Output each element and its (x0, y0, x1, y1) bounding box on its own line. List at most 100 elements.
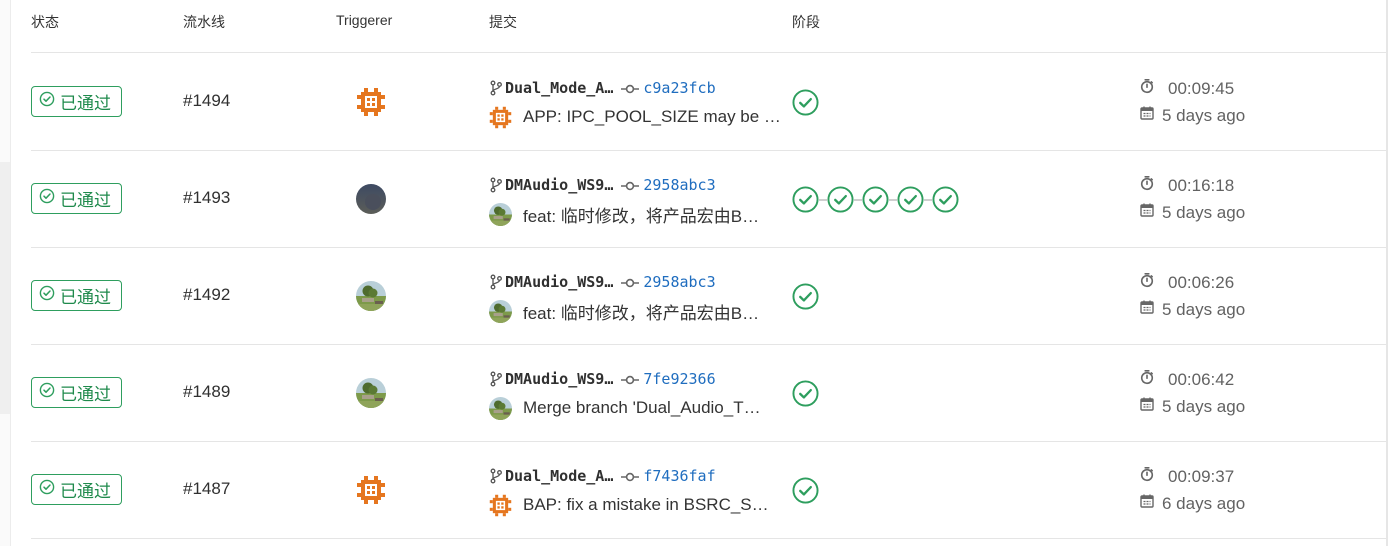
stage-passed-icon[interactable] (792, 186, 819, 213)
triggerer-avatar[interactable] (356, 378, 386, 408)
commit-message-link[interactable]: feat: 临时修改，将产品宏由B… (523, 299, 759, 324)
status-label: 已通过 (60, 191, 111, 210)
commit-message-link[interactable]: APP: IPC_POOL_SIZE may be … (523, 107, 781, 127)
stage-passed-icon[interactable] (792, 380, 819, 407)
header-commit: 提交 (489, 14, 517, 30)
status-label: 已通过 (60, 482, 111, 501)
commit-icon (621, 82, 640, 94)
commit-icon (621, 276, 640, 288)
branch-icon (489, 177, 503, 193)
pipeline-id-link[interactable]: #1493 (183, 188, 230, 208)
commit-info: APP: IPC_POOL_SIZE may be … (489, 105, 781, 129)
calendar-icon (1139, 202, 1162, 223)
author-avatar[interactable] (489, 106, 512, 129)
branch-link[interactable]: DMAudio_WS9… (505, 176, 613, 194)
commit-sha-link[interactable]: 2958abc3 (643, 273, 715, 291)
commit-ref: DMAudio_WS9… 7fe92366 (489, 368, 716, 390)
stage-passed-icon[interactable] (897, 186, 924, 213)
header-status: 状态 (31, 14, 59, 30)
finished-time: 5 days ago (1139, 299, 1245, 320)
author-avatar[interactable] (489, 299, 512, 323)
timer-icon (1139, 78, 1162, 99)
commit-icon (621, 179, 640, 191)
table-header: 状态 流水线 Triggerer 提交 阶段 (31, 0, 1386, 53)
stage-passed-icon[interactable] (792, 89, 819, 116)
duration: 00:16:18 (1139, 175, 1234, 196)
triggerer-avatar[interactable] (356, 184, 386, 214)
commit-ref: DMAudio_WS9… 2958abc3 (489, 271, 716, 293)
status-badge[interactable]: 已通过 (31, 377, 122, 408)
duration-value: 00:16:18 (1168, 175, 1235, 195)
status-badge[interactable]: 已通过 (31, 474, 122, 505)
timer-icon (1139, 466, 1162, 487)
pipeline-id-link[interactable]: #1489 (183, 382, 230, 402)
commit-sha-link[interactable]: 7fe92366 (643, 370, 715, 388)
stage-passed-icon[interactable] (827, 186, 854, 213)
stage-passed-icon[interactable] (932, 186, 959, 213)
commit-message-link[interactable]: Merge branch 'Dual_Audio_T… (523, 398, 761, 418)
pipeline-stages (792, 186, 959, 213)
status-badge[interactable]: 已通过 (31, 86, 122, 117)
commit-sha-link[interactable]: f7436faf (643, 467, 715, 485)
branch-icon (489, 80, 503, 96)
pipeline-id-link[interactable]: #1492 (183, 285, 230, 305)
pipeline-id-link[interactable]: #1487 (183, 479, 230, 499)
finished-value: 6 days ago (1162, 493, 1246, 513)
commit-message-link[interactable]: feat: 临时修改，将产品宏由B… (523, 202, 759, 227)
triggerer-avatar[interactable] (356, 475, 386, 505)
calendar-icon (1139, 299, 1162, 320)
stage-connector (854, 198, 862, 201)
pipeline-row: 已通过 #1492 DMAudio_WS9… 2958abc3 feat: 临时修改，将… (31, 247, 1386, 345)
commit-info: Merge branch 'Dual_Audio_T… (489, 396, 761, 420)
check-circle-icon (39, 91, 55, 112)
author-avatar[interactable] (489, 396, 512, 420)
stage-connector (889, 198, 897, 201)
pipeline-stages (792, 283, 819, 310)
author-avatar[interactable] (489, 494, 512, 517)
pipeline-row: 已通过 #1493 DMAudio_WS9… 2958abc3 feat: 临时修改，将… (31, 150, 1386, 248)
pipeline-id-link[interactable]: #1494 (183, 91, 230, 111)
commit-info: feat: 临时修改，将产品宏由B… (489, 202, 759, 226)
pipeline-stages (792, 477, 819, 504)
timer-icon (1139, 369, 1162, 390)
header-pipeline: 流水线 (183, 14, 225, 30)
status-label: 已通过 (60, 94, 111, 113)
timer-icon (1139, 175, 1162, 196)
branch-icon (489, 371, 503, 387)
commit-sha-link[interactable]: 2958abc3 (643, 176, 715, 194)
duration-value: 00:06:42 (1168, 369, 1235, 389)
finished-value: 5 days ago (1162, 202, 1246, 222)
duration-value: 00:09:45 (1168, 78, 1235, 98)
branch-icon (489, 468, 503, 484)
status-badge[interactable]: 已通过 (31, 183, 122, 214)
author-avatar[interactable] (489, 202, 512, 226)
duration: 00:09:37 (1139, 466, 1234, 487)
calendar-icon (1139, 105, 1162, 126)
stage-connector (924, 198, 932, 201)
branch-link[interactable]: DMAudio_WS9… (505, 370, 613, 388)
pipeline-stages (792, 89, 819, 116)
branch-icon (489, 274, 503, 290)
check-circle-icon (39, 479, 55, 500)
finished-time: 5 days ago (1139, 396, 1245, 417)
duration-value: 00:09:37 (1168, 466, 1235, 486)
finished-time: 5 days ago (1139, 105, 1245, 126)
triggerer-avatar[interactable] (356, 281, 386, 311)
branch-link[interactable]: DMAudio_WS9… (505, 273, 613, 291)
branch-link[interactable]: Dual_Mode_A… (505, 79, 613, 97)
duration: 00:06:26 (1139, 272, 1234, 293)
calendar-icon (1139, 493, 1162, 514)
commit-message-link[interactable]: BAP: fix a mistake in BSRC_S… (523, 495, 769, 515)
duration-value: 00:06:26 (1168, 272, 1235, 292)
pipeline-row: 已通过 #1487 Dual_Mode_A… f7436faf BAP: fix a m… (31, 441, 1386, 539)
stage-passed-icon[interactable] (862, 186, 889, 213)
status-badge[interactable]: 已通过 (31, 280, 122, 311)
calendar-icon (1139, 396, 1162, 417)
stage-passed-icon[interactable] (792, 283, 819, 310)
stage-passed-icon[interactable] (792, 477, 819, 504)
triggerer-avatar[interactable] (356, 87, 386, 117)
commit-sha-link[interactable]: c9a23fcb (643, 79, 715, 97)
commit-ref: DMAudio_WS9… 2958abc3 (489, 174, 716, 196)
branch-link[interactable]: Dual_Mode_A… (505, 467, 613, 485)
commit-icon (621, 470, 640, 482)
